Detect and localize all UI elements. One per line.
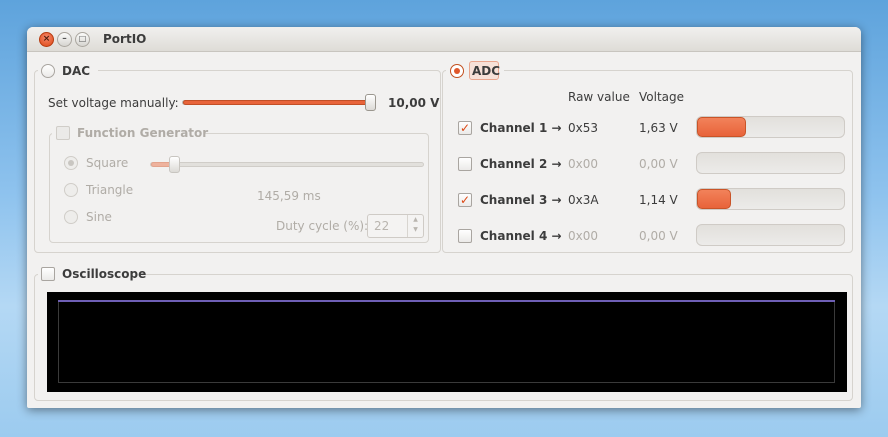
triangle-radio[interactable] [64,183,78,197]
oscilloscope-checkbox[interactable] [41,267,55,281]
oscilloscope-frame [58,301,835,383]
channel-1-checkbox[interactable]: ✓ [458,121,472,135]
voltage-slider[interactable] [182,100,372,105]
title-bar[interactable]: × – □ PortIO [27,27,861,52]
voltage-slider-fill [183,100,371,105]
voltage-header: Voltage [639,90,685,104]
channel-3-voltage: 1,14 V [639,193,678,207]
window-title: PortIO [103,32,147,46]
voltage-value: 10,00 V [388,96,440,110]
channel-4-voltage: 0,00 V [639,229,678,243]
close-icon[interactable]: × [39,32,54,47]
channel-4-checkbox[interactable] [458,229,472,243]
channel-4-label: Channel 4 → [480,229,562,243]
channel-4-raw: 0x00 [568,229,599,243]
dac-label: DAC [62,64,91,78]
channel-1-level-bar [696,116,845,138]
portio-window: × – □ PortIO DAC Set voltage manually: 1… [27,27,861,408]
channel-3-level-fill [697,189,731,209]
function-generator-checkbox[interactable] [56,126,70,140]
oscilloscope-trace [58,300,835,302]
channel-2-voltage: 0,00 V [639,157,678,171]
square-radio[interactable] [64,156,78,170]
channel-2-label: Channel 2 → [480,157,562,171]
oscilloscope-label: Oscilloscope [62,267,147,281]
square-label: Square [86,156,129,170]
duty-cycle-spinbox[interactable]: 22 ▲ ▼ [367,214,424,238]
channel-2-raw: 0x00 [568,157,599,171]
maximize-icon[interactable]: □ [75,32,90,47]
adc-radio[interactable] [450,64,464,78]
sine-label: Sine [86,210,112,224]
function-generator-label: Function Generator [77,126,209,140]
dac-radio[interactable] [41,64,55,78]
channel-2-level-bar [696,152,845,174]
channel-1-label: Channel 1 → [480,121,562,135]
triangle-label: Triangle [86,183,134,197]
channel-1-raw: 0x53 [568,121,599,135]
channel-3-checkbox[interactable]: ✓ [458,193,472,207]
channel-1-level-fill [697,117,746,137]
channel-3-raw: 0x3A [568,193,599,207]
set-voltage-label: Set voltage manually: [48,96,179,110]
channel-3-label: Channel 3 → [480,193,562,207]
oscilloscope-display[interactable] [47,292,847,392]
adc-label: ADC [472,64,501,78]
period-text: 145,59 ms [257,189,321,203]
duty-cycle-value: 22 [374,219,390,233]
channel-4-level-bar [696,224,845,246]
channel-1-voltage: 1,63 V [639,121,678,135]
period-slider[interactable] [150,162,424,167]
minimize-icon[interactable]: – [57,32,72,47]
period-slider-handle[interactable] [169,156,180,173]
spin-arrows-icon[interactable]: ▲ ▼ [407,215,423,237]
duty-cycle-label: Duty cycle (%): [276,219,369,233]
channel-3-level-bar [696,188,845,210]
sine-radio[interactable] [64,210,78,224]
raw-value-header: Raw value [568,90,630,104]
channel-2-checkbox[interactable] [458,157,472,171]
voltage-slider-handle[interactable] [365,94,376,111]
